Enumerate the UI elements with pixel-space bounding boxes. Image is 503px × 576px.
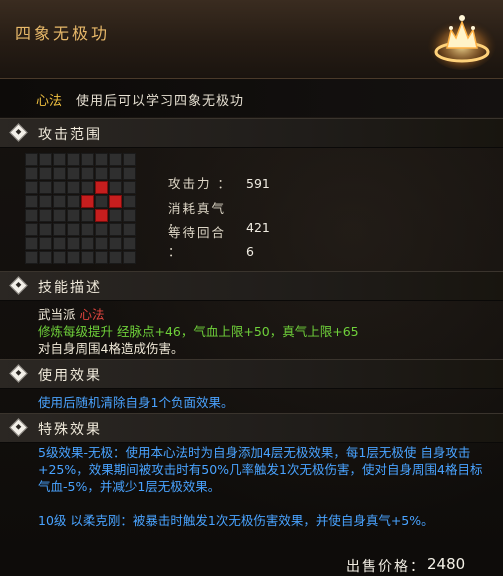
diamond-bullet-icon [9, 418, 28, 437]
range-cell [95, 167, 108, 180]
range-cell [39, 237, 52, 250]
range-cell [95, 195, 108, 208]
diamond-bullet-icon [9, 123, 28, 142]
skill-effect-line: 对自身周围4格造成伤害。 [38, 341, 184, 356]
range-cell-highlighted [95, 181, 108, 194]
section-header-attack-range: 攻击范围 [0, 118, 503, 148]
sell-price-value: 2480 [427, 555, 466, 573]
range-cell [53, 167, 66, 180]
range-cell [39, 167, 52, 180]
item-description: 使用后可以学习四象无极功 [76, 94, 245, 109]
range-cell [67, 153, 80, 166]
range-cell [39, 223, 52, 236]
sect-type: 心法 [79, 307, 105, 322]
item-subtitle: 心法 使用后可以学习四象无极功 [0, 79, 503, 117]
range-cell [123, 195, 136, 208]
range-cell [25, 153, 38, 166]
range-cell [25, 167, 38, 180]
range-cell [67, 209, 80, 222]
range-cell [39, 251, 52, 264]
range-cell [39, 195, 52, 208]
range-cell [95, 153, 108, 166]
diamond-bullet-icon [9, 364, 28, 383]
range-cell [109, 153, 122, 166]
section-title: 特殊效果 [38, 422, 102, 438]
range-cell [39, 181, 52, 194]
range-cell [53, 251, 66, 264]
range-cell [39, 153, 52, 166]
range-cell [53, 181, 66, 194]
diamond-bullet-icon [9, 276, 28, 295]
range-cell-highlighted [109, 195, 122, 208]
item-tooltip-panel: 四象无极功 心法 使用后可以学习四象无极功 攻击范围 攻击力 ： 591 消耗真… [0, 0, 503, 576]
item-type-label: 心法 [36, 94, 63, 109]
title-bar: 四象无极功 [0, 0, 503, 79]
range-cell [123, 251, 136, 264]
range-cell [81, 181, 94, 194]
range-cell [67, 181, 80, 194]
section-title: 技能描述 [38, 280, 102, 296]
range-cell [109, 181, 122, 194]
range-cell [67, 167, 80, 180]
range-cell [67, 237, 80, 250]
range-cell [81, 167, 94, 180]
range-cell [123, 181, 136, 194]
range-cell [123, 223, 136, 236]
stat-value: 591 [246, 176, 270, 191]
range-cell [123, 209, 136, 222]
range-cell [81, 153, 94, 166]
range-cell [25, 223, 38, 236]
stat-wait-turns: 等待回合 ： 6 [168, 222, 254, 260]
range-cell [67, 223, 80, 236]
range-cell [109, 167, 122, 180]
range-cell [53, 209, 66, 222]
range-cell-highlighted [95, 209, 108, 222]
range-cell [25, 181, 38, 194]
use-effect-text: 使用后随机清除自身1个负面效果。 [38, 395, 234, 410]
section-header-use-effect: 使用效果 [0, 359, 503, 389]
range-cell [25, 251, 38, 264]
range-cell [67, 195, 80, 208]
section-title: 攻击范围 [38, 127, 102, 143]
glowing-golden-crown-emblem-icon [428, 15, 496, 70]
range-cell [123, 153, 136, 166]
range-cell [95, 223, 108, 236]
range-cell [95, 237, 108, 250]
range-cell [53, 195, 66, 208]
range-cell [53, 223, 66, 236]
range-cell [53, 237, 66, 250]
section-title: 使用效果 [38, 368, 102, 384]
range-cell [25, 195, 38, 208]
range-cell [123, 237, 136, 250]
range-cell [109, 237, 122, 250]
attack-range-grid [25, 153, 137, 265]
special-effect-paragraph-1: 5级效果-无极：使用本心法时为自身添加4层无极效果，每1层无极使 自身攻击+25… [38, 445, 483, 494]
section-header-special-effect: 特殊效果 [0, 413, 503, 443]
range-cell [109, 223, 122, 236]
range-cell [81, 223, 94, 236]
range-cell [39, 209, 52, 222]
sell-price-label: 出售价格： [346, 559, 426, 575]
section-header-skill-description: 技能描述 [0, 271, 503, 301]
stat-value: 6 [246, 244, 254, 259]
range-cell [109, 209, 122, 222]
range-cell-highlighted [81, 195, 94, 208]
special-effect-paragraph-2: 10级 以柔克刚：被暴击时触发1次无极伤害效果，并使自身真气+5%。 [38, 513, 434, 528]
range-cell [81, 251, 94, 264]
range-cell [25, 209, 38, 222]
range-cell [67, 251, 80, 264]
sect-name: 武当派 [38, 307, 76, 322]
stat-attack: 攻击力 ： 591 [168, 173, 270, 192]
item-title: 四象无极功 [15, 24, 111, 43]
range-cell [53, 153, 66, 166]
stat-label: 等待回合 ： [168, 225, 227, 259]
range-cell [123, 167, 136, 180]
range-cell [81, 237, 94, 250]
range-cell [81, 209, 94, 222]
range-cell [95, 251, 108, 264]
stat-label: 攻击力 ： [168, 176, 232, 191]
range-cell [109, 251, 122, 264]
range-cell [25, 237, 38, 250]
